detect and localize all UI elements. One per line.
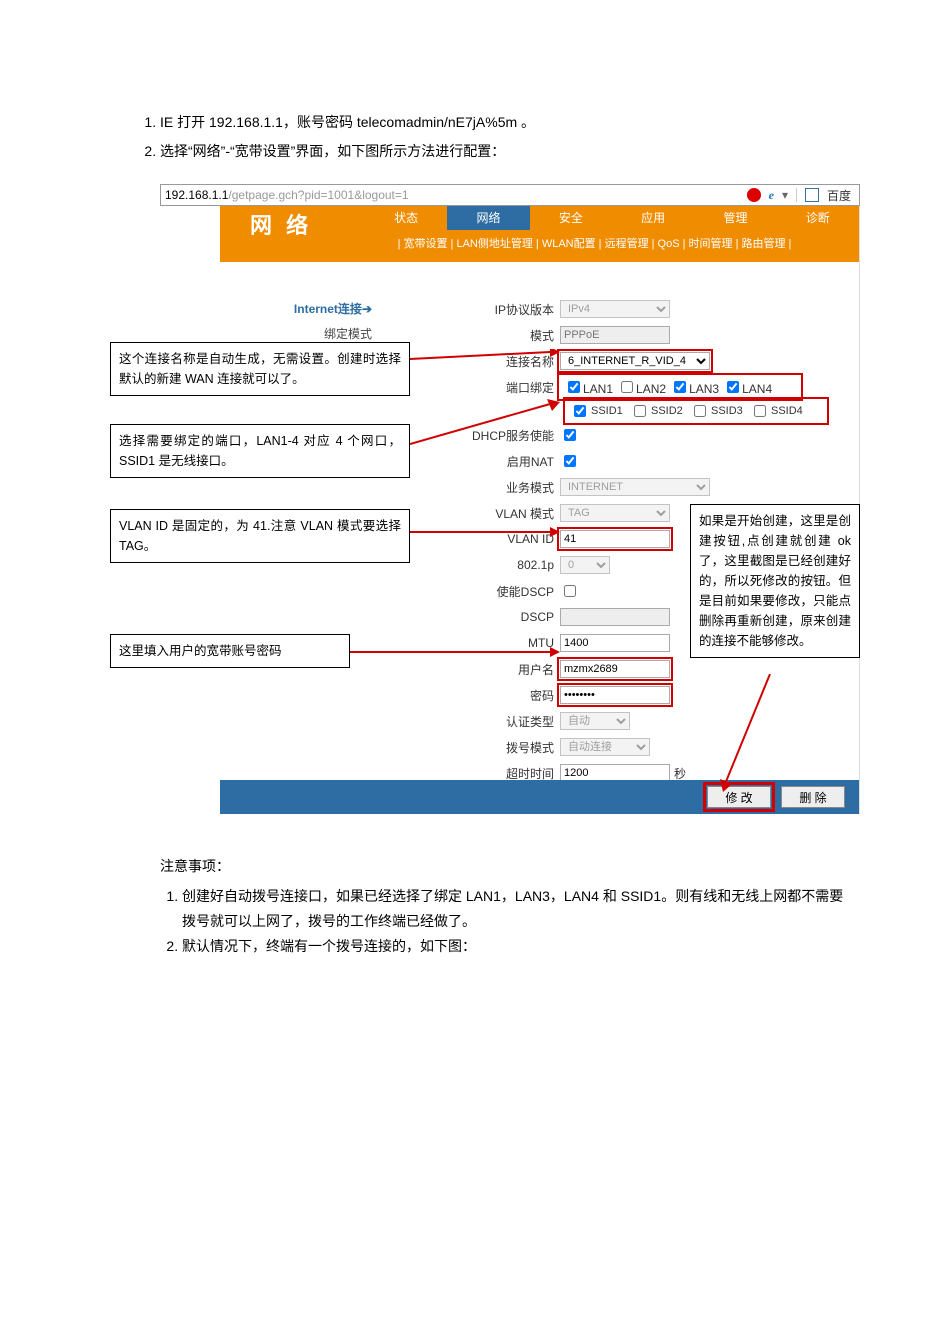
tab-network[interactable]: 网络 bbox=[447, 206, 529, 230]
logo: 网 络 bbox=[250, 208, 312, 240]
sidebar-label: Internet连接 bbox=[294, 302, 362, 316]
p8021-label: 802.1p bbox=[470, 558, 560, 572]
mode-input[interactable] bbox=[560, 326, 670, 344]
sidebar-item-internet[interactable]: Internet连接➔ bbox=[220, 296, 380, 321]
sub-nav[interactable]: | 宽带设置 | LAN侧地址管理 | WLAN配置 | 远程管理 | QoS … bbox=[330, 230, 859, 258]
mtu-input[interactable] bbox=[560, 634, 670, 652]
dial-label: 拨号模式 bbox=[470, 739, 560, 756]
auth-label: 认证类型 bbox=[470, 713, 560, 730]
mtu-label: MTU bbox=[470, 636, 560, 650]
port-bind-label: 端口绑定 bbox=[470, 379, 560, 396]
password-input[interactable] bbox=[560, 686, 670, 704]
auth-select[interactable]: 自动 bbox=[560, 712, 630, 730]
callout-conn-name: 这个连接名称是自动生成，无需设置。创建时选择默认的新建 WAN 连接就可以了。 bbox=[110, 342, 410, 396]
callout-modify: 如果是开始创建，这里是创建按钮,点创建就创建 ok 了，这里截图是已经创建好的，… bbox=[690, 504, 860, 658]
intro-item-1: IE 打开 192.168.1.1，账号密码 telecomadmin/nE7j… bbox=[160, 110, 855, 135]
ssid3-checkbox[interactable] bbox=[694, 405, 706, 417]
pass-label: 密码 bbox=[470, 687, 560, 704]
tab-app[interactable]: 应用 bbox=[612, 206, 694, 230]
nat-label: 启用NAT bbox=[470, 453, 560, 470]
note-1: 创建好自动拨号连接口，如果已经选择了绑定 LAN1，LAN3，LAN4 和 SS… bbox=[182, 884, 855, 934]
ie-icon: e bbox=[769, 188, 774, 203]
dscp-en-label: 使能DSCP bbox=[470, 583, 560, 600]
nat-checkbox[interactable] bbox=[564, 455, 576, 467]
callout-port-bind: 选择需要绑定的端口，LAN1-4 对应 4 个网口，SSID1 是无线接口。 bbox=[110, 424, 410, 478]
notes-heading: 注意事项： bbox=[160, 854, 855, 879]
separator-icon bbox=[796, 188, 797, 202]
lan4-checkbox[interactable] bbox=[727, 381, 739, 393]
intro-item-2: 选择“网络”-“宽带设置”界面，如下图所示方法进行配置： bbox=[160, 139, 855, 164]
dscp-label: DSCP bbox=[470, 610, 560, 624]
dial-select[interactable]: 自动连接 bbox=[560, 738, 650, 756]
note-2: 默认情况下，终端有一个拨号连接的，如下图： bbox=[182, 934, 855, 959]
lan3-checkbox[interactable] bbox=[674, 381, 686, 393]
delete-button[interactable]: 删 除 bbox=[781, 786, 845, 808]
tab-diag[interactable]: 诊断 bbox=[777, 206, 859, 230]
vlan-mode-label: VLAN 模式 bbox=[470, 505, 560, 522]
dhcp-label: DHCP服务使能 bbox=[470, 427, 560, 444]
dscp-input[interactable] bbox=[560, 608, 670, 626]
top-tabs: 状态 网络 安全 应用 管理 诊断 bbox=[365, 206, 859, 230]
tab-manage[interactable]: 管理 bbox=[694, 206, 776, 230]
baidu-icon bbox=[805, 188, 819, 202]
tab-security[interactable]: 安全 bbox=[530, 206, 612, 230]
username-input[interactable] bbox=[560, 660, 670, 678]
ip-version-label: IP协议版本 bbox=[470, 301, 560, 318]
ssid2-checkbox[interactable] bbox=[634, 405, 646, 417]
mode-label: 模式 bbox=[470, 327, 560, 344]
vlan-id-label: VLAN ID bbox=[470, 532, 560, 546]
conn-name-label: 连接名称 bbox=[470, 353, 560, 370]
url-host: 192.168.1.1 bbox=[161, 188, 228, 202]
search-engine-label: 百度 bbox=[827, 187, 851, 204]
modify-button[interactable]: 修 改 bbox=[707, 786, 771, 808]
service-label: 业务模式 bbox=[470, 479, 560, 496]
lan2-checkbox[interactable] bbox=[621, 381, 633, 393]
dhcp-checkbox[interactable] bbox=[564, 429, 576, 441]
p8021-select[interactable]: 0 bbox=[560, 556, 610, 574]
user-label: 用户名 bbox=[470, 661, 560, 678]
intro-list: IE 打开 192.168.1.1，账号密码 telecomadmin/nE7j… bbox=[160, 110, 855, 164]
timeout-unit: 秒 bbox=[674, 765, 686, 782]
arrow-icon: ➔ bbox=[362, 302, 372, 316]
dropdown-icon: ▾ bbox=[782, 188, 788, 202]
notes-section: 注意事项： 创建好自动拨号连接口，如果已经选择了绑定 LAN1，LAN3，LAN… bbox=[160, 854, 855, 959]
callout-vlan: VLAN ID 是固定的，为 41.注意 VLAN 模式要选择 TAG。 bbox=[110, 509, 410, 563]
address-bar[interactable]: 192.168.1.1 /getpage.gch?pid=1001&logout… bbox=[160, 184, 860, 206]
service-select[interactable]: INTERNET bbox=[560, 478, 710, 496]
tab-status[interactable]: 状态 bbox=[365, 206, 447, 230]
ip-version-select[interactable]: IPv4 bbox=[560, 300, 670, 318]
url-path: /getpage.gch?pid=1001&logout=1 bbox=[228, 188, 746, 202]
vlan-id-input[interactable] bbox=[560, 530, 670, 548]
ssid1-checkbox[interactable] bbox=[574, 405, 586, 417]
ssid4-checkbox[interactable] bbox=[754, 405, 766, 417]
lan1-checkbox[interactable] bbox=[568, 381, 580, 393]
browser-icons: e ▾ 百度 bbox=[747, 187, 859, 204]
stop-icon bbox=[747, 188, 761, 202]
router-screenshot: 192.168.1.1 /getpage.gch?pid=1001&logout… bbox=[160, 184, 860, 834]
header: 网 络 状态 网络 安全 应用 管理 诊断 | 宽带设置 | LAN侧地址管理 … bbox=[220, 206, 859, 262]
timeout-label: 超时时间 bbox=[470, 765, 560, 782]
conn-name-select[interactable]: 6_INTERNET_R_VID_4 bbox=[560, 352, 710, 370]
vlan-mode-select[interactable]: TAG bbox=[560, 504, 670, 522]
dscp-en-checkbox[interactable] bbox=[564, 585, 576, 597]
bottom-bar: 修 改 删 除 bbox=[220, 780, 859, 814]
callout-userpass: 这里填入用户的宽带账号密码 bbox=[110, 634, 350, 668]
